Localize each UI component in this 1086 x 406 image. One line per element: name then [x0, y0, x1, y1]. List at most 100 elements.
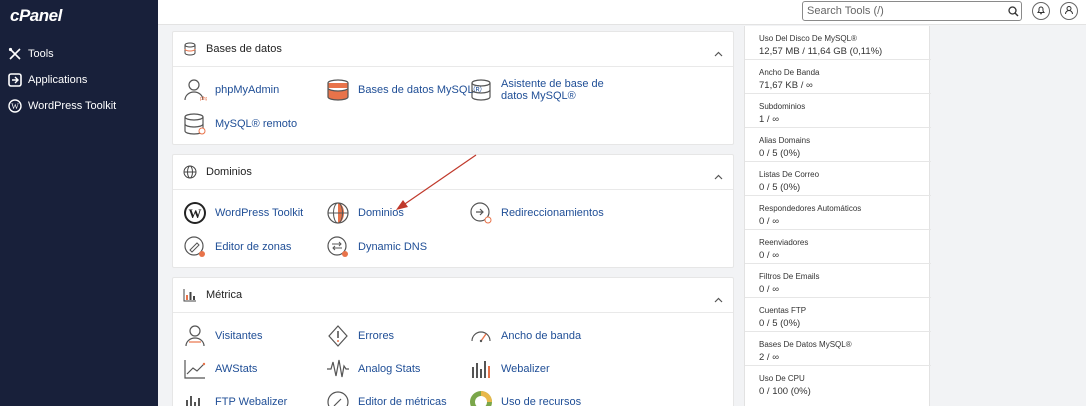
bell-icon [1036, 2, 1046, 20]
bar-chart-icon [182, 287, 198, 303]
remote-mysql-icon [183, 112, 207, 136]
database-icon [182, 41, 198, 57]
user-menu-button[interactable] [1060, 2, 1078, 20]
panel-databases: Bases de datos php phpMyAdmin Bases de d… [172, 31, 734, 145]
stat-value: 0 / ∞ [759, 250, 779, 261]
search-icon[interactable] [1005, 5, 1021, 17]
tool-awstats[interactable]: AWStats [183, 357, 257, 381]
tool-mysql-database-wizard[interactable]: Asistente de base de datos MySQL® [469, 78, 611, 102]
stat-subdomains: Subdominios 1 / ∞ [745, 94, 931, 128]
tool-bandwidth[interactable]: Ancho de banda [469, 324, 581, 348]
errors-icon [326, 324, 350, 348]
cpanel-logo[interactable]: cPanel [10, 6, 62, 26]
tool-label: AWStats [215, 363, 258, 375]
tool-dynamic-dns[interactable]: Dynamic DNS [326, 235, 427, 259]
stat-mysql-databases: Bases De Datos MySQL® 2 / ∞ [745, 332, 931, 366]
waveform-icon [326, 357, 350, 381]
sidebar-item-label: Tools [28, 48, 54, 60]
tool-label: Dynamic DNS [358, 241, 428, 253]
gauge-icon [469, 324, 493, 348]
tool-label: WordPress Toolkit [215, 207, 304, 219]
tool-label: FTP Webalizer [215, 396, 288, 406]
visitors-icon [183, 324, 207, 348]
tool-label: Asistente de base de datos MySQL® [501, 78, 604, 102]
chevron-up-icon[interactable] [714, 167, 723, 185]
zone-editor-icon [183, 235, 207, 259]
stat-label: Listas De Correo [759, 170, 820, 179]
search-input[interactable] [803, 5, 1005, 17]
tool-label: Editor de zonas [215, 241, 292, 253]
panel-header-domains[interactable]: Dominios [173, 155, 733, 190]
resource-usage-icon [469, 390, 493, 406]
stat-label: Reenviadores [759, 238, 809, 247]
stat-value: 0 / 5 (0%) [759, 318, 801, 329]
panel-header-metrics[interactable]: Métrica [173, 278, 733, 313]
tool-mysql-databases[interactable]: Bases de datos MySQL® [326, 78, 482, 102]
stat-cpu-usage: Uso De CPU 0 / 100 (0%) [745, 366, 931, 400]
stat-alias-domains: Alias Domains 0 / 5 (0%) [745, 128, 931, 162]
tool-ftp-webalizer[interactable]: FTP Webalizer [183, 390, 287, 406]
sidebar-item-wordpress-toolkit[interactable]: W WordPress Toolkit [8, 96, 116, 116]
panel-metrics: Métrica Visitantes Errores Ancho de band… [172, 277, 734, 406]
chevron-up-icon[interactable] [714, 290, 723, 308]
stat-label: Bases De Datos MySQL® [759, 340, 852, 349]
stat-value: 1 / ∞ [759, 114, 779, 125]
svg-text:W: W [11, 102, 19, 111]
stat-forwarders: Reenviadores 0 / ∞ [745, 230, 931, 264]
tool-metrics-editor[interactable]: Editor de métricas [326, 390, 447, 406]
panel-header-databases[interactable]: Bases de datos [173, 32, 733, 67]
stat-autoresponders: Respondedores Automáticos 0 / ∞ [745, 196, 931, 230]
tool-redirects[interactable]: Redireccionamientos [469, 201, 604, 225]
wordpress-icon: W [183, 201, 207, 225]
tool-domains[interactable]: Dominios [326, 201, 404, 225]
tool-phpmyadmin[interactable]: php phpMyAdmin [183, 78, 279, 102]
mysql-database-icon [326, 78, 350, 102]
stat-ftp-accounts: Cuentas FTP 0 / 5 (0%) [745, 298, 931, 332]
stat-value: 0 / ∞ [759, 216, 779, 227]
tool-label: Bases de datos MySQL® [358, 84, 482, 96]
tool-webalizer[interactable]: Webalizer [469, 357, 550, 381]
dynamic-dns-icon [326, 235, 350, 259]
database-wizard-icon [469, 78, 493, 102]
domains-globe-icon [326, 201, 350, 225]
stats-panel: Uso Del Disco De MySQL® 12,57 MB / 11,64… [744, 26, 931, 406]
stat-bandwidth: Ancho De Banda 71,67 KB / ∞ [745, 60, 931, 94]
tool-label: Editor de métricas [358, 396, 447, 406]
stat-value: 0 / 100 (0%) [759, 386, 811, 397]
stat-value: 0 / 5 (0%) [759, 182, 801, 193]
phpmyadmin-icon: php [183, 78, 207, 102]
stat-label: Uso Del Disco De MySQL® [759, 34, 857, 43]
tool-analog-stats[interactable]: Analog Stats [326, 357, 420, 381]
tool-errors[interactable]: Errores [326, 324, 394, 348]
tool-label: Redireccionamientos [501, 207, 604, 219]
metrics-editor-icon [326, 390, 350, 406]
panel-title: Dominios [206, 166, 252, 178]
tool-label: Analog Stats [358, 363, 421, 375]
sidebar-item-label: Applications [28, 74, 88, 86]
tool-label: Dominios [358, 207, 404, 219]
sidebar-item-tools[interactable]: Tools [8, 44, 54, 64]
sidebar-item-label: WordPress Toolkit [28, 100, 117, 112]
notifications-button[interactable] [1032, 2, 1050, 20]
chevron-up-icon[interactable] [714, 44, 723, 62]
tool-wordpress-toolkit[interactable]: W WordPress Toolkit [183, 201, 303, 225]
stat-value: 71,67 KB / ∞ [759, 80, 813, 91]
applications-icon [8, 73, 22, 87]
tool-zone-editor[interactable]: Editor de zonas [183, 235, 291, 259]
sidebar-item-applications[interactable]: Applications [8, 70, 87, 90]
panel-title: Bases de datos [206, 43, 282, 55]
ftp-webalizer-icon [183, 390, 207, 406]
stat-value: 0 / ∞ [759, 284, 779, 295]
svg-text:php: php [200, 96, 207, 102]
stat-mailing-lists: Listas De Correo 0 / 5 (0%) [745, 162, 931, 196]
globe-icon [182, 164, 198, 180]
stat-email-filters: Filtros De Emails 0 / ∞ [745, 264, 931, 298]
stat-label: Subdominios [759, 102, 806, 111]
stat-value: 2 / ∞ [759, 352, 779, 363]
stat-value: 12,57 MB / 11,64 GB (0,11%) [759, 46, 883, 57]
tool-resource-usage[interactable]: Uso de recursos [469, 390, 581, 406]
tool-visitors[interactable]: Visitantes [183, 324, 263, 348]
tool-label: Visitantes [215, 330, 263, 342]
tool-remote-mysql[interactable]: MySQL® remoto [183, 112, 297, 136]
search-box[interactable] [802, 1, 1022, 21]
